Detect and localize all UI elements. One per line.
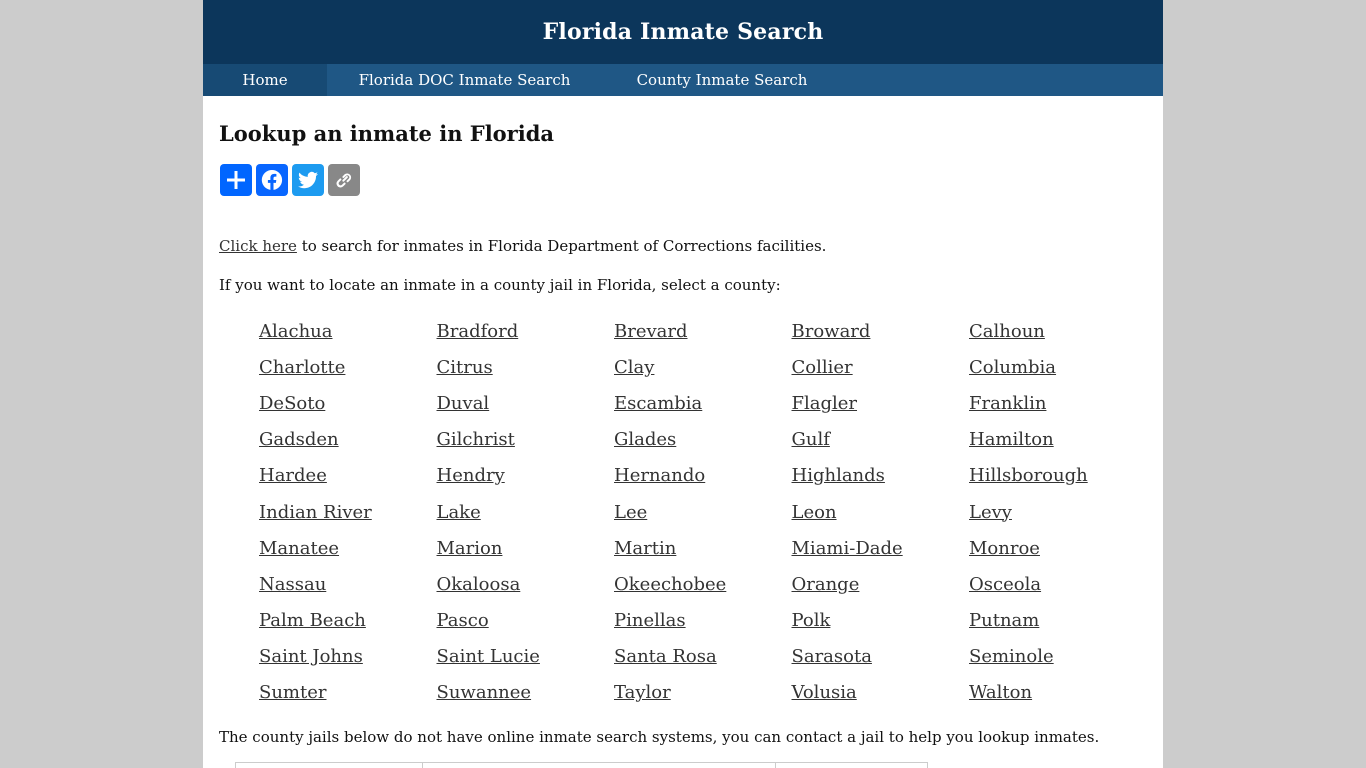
county-link[interactable]: Hendry: [437, 458, 615, 494]
county-link[interactable]: Suwannee: [437, 675, 615, 711]
county-link[interactable]: Hernando: [614, 458, 792, 494]
site-title[interactable]: Florida Inmate Search: [543, 19, 824, 45]
county-link[interactable]: Bradford: [437, 313, 615, 349]
county-link[interactable]: Nassau: [259, 566, 437, 602]
county-link[interactable]: Walton: [969, 675, 1129, 711]
nav-item-florida-doc-inmate-search[interactable]: Florida DOC Inmate Search: [327, 64, 602, 96]
county-prompt: If you want to locate an inmate in a cou…: [219, 276, 781, 294]
county-link[interactable]: Indian River: [259, 494, 437, 530]
county-jail-table: [235, 762, 928, 768]
plus-icon: [227, 171, 245, 189]
county-link[interactable]: Escambia: [614, 385, 792, 421]
county-link[interactable]: Monroe: [969, 530, 1129, 566]
county-link[interactable]: Brevard: [614, 313, 792, 349]
county-link[interactable]: Flagler: [792, 385, 970, 421]
share-twitter-button[interactable]: [292, 164, 324, 196]
county-link[interactable]: Polk: [792, 603, 970, 639]
county-link[interactable]: Leon: [792, 494, 970, 530]
county-link[interactable]: Hardee: [259, 458, 437, 494]
county-link[interactable]: Citrus: [437, 349, 615, 385]
doc-search-text: to search for inmates in Florida Departm…: [296, 237, 827, 255]
county-link[interactable]: Sumter: [259, 675, 437, 711]
facebook-icon: [261, 169, 283, 190]
county-link[interactable]: Calhoun: [969, 313, 1129, 349]
table-cell: [236, 763, 423, 768]
county-link[interactable]: Gilchrist: [437, 422, 615, 458]
county-link[interactable]: Broward: [792, 313, 970, 349]
county-link[interactable]: Levy: [969, 494, 1129, 530]
county-link[interactable]: Charlotte: [259, 349, 437, 385]
county-link[interactable]: Taylor: [614, 675, 792, 711]
share-copy-link-button[interactable]: [328, 164, 360, 196]
county-link[interactable]: Saint Lucie: [437, 639, 615, 675]
doc-search-link[interactable]: Click here: [219, 237, 297, 255]
page-container: Florida Inmate Search Home Florida DOC I…: [203, 0, 1163, 768]
nav-item-county-inmate-search[interactable]: County Inmate Search: [602, 64, 842, 96]
county-link[interactable]: Gulf: [792, 422, 970, 458]
county-link[interactable]: Columbia: [969, 349, 1129, 385]
site-header: Florida Inmate Search: [203, 0, 1163, 64]
county-link[interactable]: Franklin: [969, 385, 1129, 421]
county-link[interactable]: Pinellas: [614, 603, 792, 639]
share-add-button[interactable]: [220, 164, 252, 196]
county-link[interactable]: Lee: [614, 494, 792, 530]
county-link[interactable]: DeSoto: [259, 385, 437, 421]
county-link[interactable]: Orange: [792, 566, 970, 602]
nav-item-home[interactable]: Home: [203, 64, 327, 96]
county-link[interactable]: Putnam: [969, 603, 1129, 639]
county-link[interactable]: Highlands: [792, 458, 970, 494]
twitter-icon: [298, 171, 318, 189]
table-cell: [776, 763, 928, 768]
county-link[interactable]: Sarasota: [792, 639, 970, 675]
county-link[interactable]: Lake: [437, 494, 615, 530]
main-nav: Home Florida DOC Inmate Search County In…: [203, 64, 1163, 96]
county-link[interactable]: Santa Rosa: [614, 639, 792, 675]
county-link[interactable]: Osceola: [969, 566, 1129, 602]
county-link[interactable]: Palm Beach: [259, 603, 437, 639]
county-link[interactable]: Alachua: [259, 313, 437, 349]
county-link[interactable]: Glades: [614, 422, 792, 458]
page-heading: Lookup an inmate in Florida: [219, 121, 555, 146]
county-link[interactable]: Collier: [792, 349, 970, 385]
county-grid: Alachua Bradford Brevard Broward Calhoun Char…: [259, 313, 1129, 711]
county-link[interactable]: Duval: [437, 385, 615, 421]
county-link[interactable]: Saint Johns: [259, 639, 437, 675]
no-online-search-text: The county jails below do not have onlin…: [219, 728, 1100, 746]
county-link[interactable]: Miami-Dade: [792, 530, 970, 566]
county-link[interactable]: Hillsborough: [969, 458, 1129, 494]
county-link[interactable]: Okaloosa: [437, 566, 615, 602]
link-icon: [336, 173, 352, 188]
table-cell: [423, 763, 776, 768]
county-link[interactable]: Okeechobee: [614, 566, 792, 602]
share-bar: [220, 164, 360, 196]
county-link[interactable]: Manatee: [259, 530, 437, 566]
county-link[interactable]: Clay: [614, 349, 792, 385]
county-link[interactable]: Martin: [614, 530, 792, 566]
county-link[interactable]: Pasco: [437, 603, 615, 639]
share-facebook-button[interactable]: [256, 164, 288, 196]
county-link[interactable]: Gadsden: [259, 422, 437, 458]
county-link[interactable]: Volusia: [792, 675, 970, 711]
county-link[interactable]: Seminole: [969, 639, 1129, 675]
county-link[interactable]: Marion: [437, 530, 615, 566]
doc-search-paragraph: Click here to search for inmates in Flor…: [219, 237, 826, 255]
county-link[interactable]: Hamilton: [969, 422, 1129, 458]
